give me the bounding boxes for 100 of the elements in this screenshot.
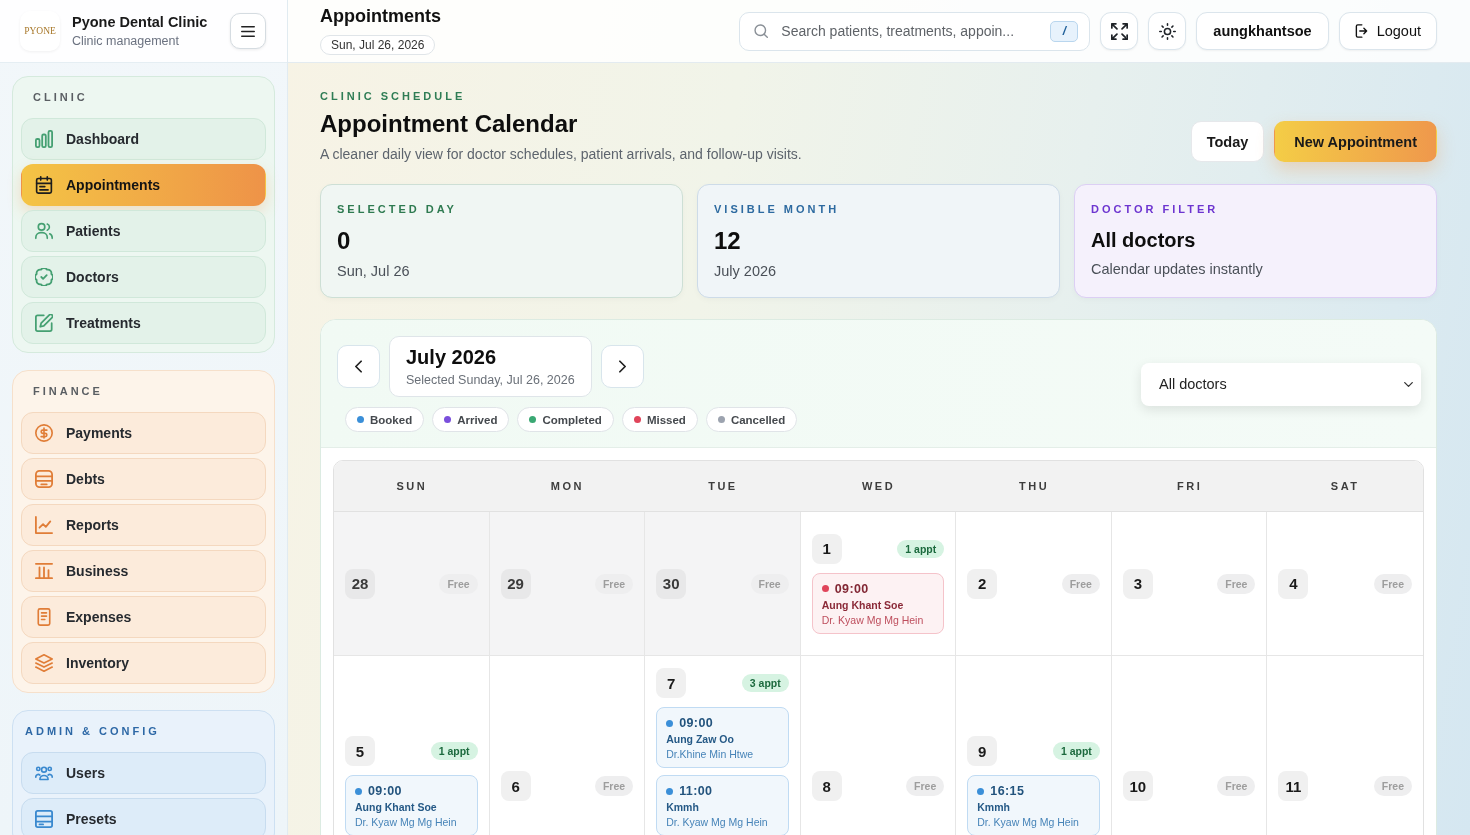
nav-group-title: FINANCE [32, 384, 104, 398]
date-chip: Sun, Jul 26, 2026 [320, 34, 436, 55]
legend-label: Arrived [457, 413, 498, 426]
day-number: 3 [1122, 568, 1153, 599]
badge-check-icon [35, 268, 53, 286]
nav-item[interactable]: Doctors [21, 256, 266, 298]
nav-item[interactable]: Users [21, 752, 266, 794]
sun-icon [1158, 22, 1176, 40]
archive-icon [35, 470, 53, 488]
stat-label: DOCTOR FILTER [1091, 202, 1220, 216]
chevron-left-icon [355, 360, 362, 373]
calendar-icon [35, 176, 53, 194]
doctor-select[interactable]: All doctors [1141, 362, 1421, 406]
day-number: 4 [1278, 568, 1309, 599]
day-number: 8 [811, 771, 842, 801]
day-number: 1 [811, 533, 842, 564]
columns-icon [35, 562, 53, 580]
weekday-label: TUE [708, 480, 738, 492]
dollar-circle-icon [35, 424, 53, 442]
nav-item[interactable]: Reports [21, 504, 266, 546]
fullscreen-button[interactable] [1100, 12, 1139, 50]
day-number: 11 [1278, 771, 1309, 801]
menu-icon [241, 25, 255, 37]
clinic-tagline: Clinic management [72, 33, 180, 49]
legend-label: Booked [370, 413, 413, 426]
nav-group-title: ADMIN & CONFIG [24, 724, 161, 738]
patient-name: Aung Khant Soe [821, 597, 905, 612]
legend-label: Missed [646, 413, 686, 426]
day-number: 10 [1122, 771, 1153, 801]
free-pill: Free [594, 776, 634, 796]
nav-item[interactable]: Expenses [21, 596, 266, 638]
chevron-right-icon [618, 360, 626, 373]
appointment-card[interactable]: 11:00 Kmmh Dr. Kyaw Mg Mg Hein [656, 775, 789, 835]
nav-item[interactable]: Presets [21, 798, 266, 835]
appointment-count-badge: 3 appt [741, 674, 789, 692]
appointment-time: 09:00 [679, 715, 714, 731]
logout-icon [1354, 24, 1368, 38]
legend-label: Cancelled [730, 413, 786, 426]
nav-item[interactable]: Treatments [21, 302, 266, 344]
patient-name: Aung Zaw Oo [666, 732, 735, 746]
nav-group-title: CLINIC [32, 90, 89, 104]
appointment-card[interactable]: 09:00 Aung Khant Soe Dr. Kyaw Mg Mg Hein [811, 572, 945, 634]
nav-item[interactable]: Debts [21, 458, 266, 500]
appointment-time: 09:00 [368, 783, 402, 799]
weekday-label: THU [1019, 480, 1050, 492]
appointment-time: 16:15 [990, 783, 1025, 799]
nav-item[interactable]: Appointments [21, 164, 266, 206]
day-number: 2 [967, 568, 998, 599]
stat-note: Sun, Jul 26 [337, 262, 411, 281]
doctor-name: Dr. Kyaw Mg Mg Hein [355, 815, 458, 829]
weekday-label: SAT [1330, 480, 1360, 492]
theme-toggle-button[interactable] [1148, 12, 1187, 50]
appointment-time: 09:00 [834, 580, 869, 597]
free-pill: Free [906, 776, 945, 796]
appointment-count-badge: 1 appt [897, 539, 945, 558]
free-pill: Free [1061, 573, 1100, 594]
action-button[interactable]: New Appointment [1274, 121, 1437, 162]
day-number: 28 [345, 568, 375, 599]
nav-item[interactable]: Dashboard [21, 118, 266, 160]
action-button[interactable]: Today [1190, 121, 1265, 162]
appointment-card[interactable]: 09:00 Aung Zaw Oo Dr.Khine Min Htwe [656, 707, 789, 768]
appointment-card[interactable]: 09:00 Aung Khant Soe Dr. Kyaw Mg Mg Hein [345, 775, 478, 835]
search-icon [754, 23, 769, 38]
users-icon [35, 764, 53, 782]
nav-item[interactable]: Inventory [21, 642, 266, 684]
menu-button[interactable] [230, 13, 266, 49]
appointment-card[interactable]: 16:15 Kmmh Dr. Kyaw Mg Mg Hein [967, 775, 1100, 835]
section-eyebrow: CLINIC SCHEDULE [320, 89, 467, 103]
free-pill: Free [1373, 573, 1412, 594]
page-heading: Appointment Calendar [320, 109, 579, 139]
stat-value: All doctors [1091, 228, 1197, 253]
free-pill: Free [439, 573, 478, 594]
day-number: 29 [500, 568, 531, 599]
stat-label: SELECTED DAY [337, 202, 458, 216]
free-pill: Free [594, 573, 634, 594]
legend-label: Completed [542, 413, 602, 426]
nav-item[interactable]: Payments [21, 412, 266, 454]
document-icon [35, 608, 53, 626]
day-number: 7 [656, 668, 687, 698]
user-button[interactable]: aungkhantsoe [1196, 12, 1329, 50]
doctor-name: Dr. Kyaw Mg Mg Hein [977, 815, 1080, 829]
logout-button[interactable]: Logout [1338, 12, 1437, 50]
doctor-name: Dr. Kyaw Mg Mg Hein [821, 612, 925, 627]
free-pill: Free [750, 573, 789, 594]
weekday-label: MON [550, 480, 584, 492]
page-title: Appointments [320, 4, 441, 27]
stat-value: 12 [714, 226, 742, 256]
nav-item[interactable]: Business [21, 550, 266, 592]
stat-note: Calendar updates instantly [1091, 260, 1264, 279]
patient-name: Kmmh [666, 800, 700, 814]
bar-chart-icon [35, 130, 53, 148]
day-number: 9 [967, 736, 998, 766]
weekday-label: WED [861, 480, 896, 492]
window-icon [35, 810, 53, 828]
appointment-count-badge: 1 appt [1052, 742, 1100, 760]
nav-item[interactable]: Patients [21, 210, 266, 252]
free-pill: Free [1373, 776, 1412, 796]
weekday-label: FRI [1177, 480, 1203, 492]
appointment-time: 11:00 [679, 783, 713, 799]
patient-name: Aung Khant Soe [355, 800, 438, 814]
